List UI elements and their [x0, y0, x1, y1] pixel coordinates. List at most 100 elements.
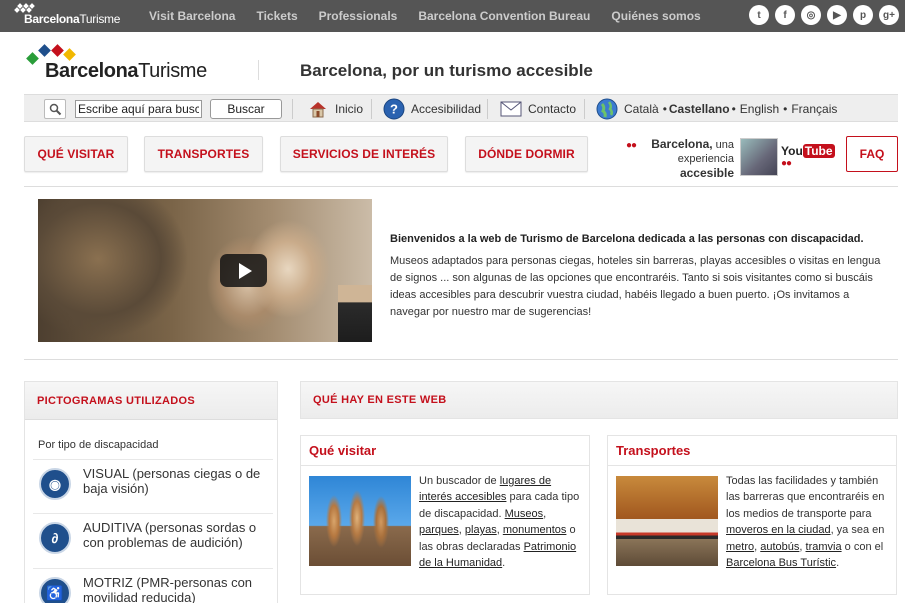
language-selector: Català • Castellano • English • Français — [594, 95, 839, 123]
home-icon — [307, 98, 329, 120]
intro-body: Museos adaptados para personas ciegas, h… — [390, 255, 881, 318]
logo-diamond-red-icon — [51, 44, 64, 57]
card-title[interactable]: Transportes — [608, 436, 896, 466]
card-title[interactable]: Qué visitar — [301, 436, 589, 466]
pictogramas-subtitle: Por tipo de discapacidad — [38, 439, 159, 451]
topnav-visit-barcelona[interactable]: Visit Barcelona — [149, 9, 235, 23]
logo-diamond-yellow-icon — [63, 48, 76, 61]
contacto-label: Contacto — [528, 102, 577, 116]
picto-item-motriz[interactable]: ♿ MOTRIZ (PMR-personas con movilidad red… — [33, 568, 273, 603]
eye-icon: ◉ — [39, 468, 71, 500]
text-segment: , — [543, 507, 547, 520]
divider — [292, 99, 293, 119]
logo-wordmark: BarcelonaTurisme — [45, 60, 207, 82]
mail-icon — [500, 98, 522, 120]
facebook-icon[interactable]: f — [775, 5, 795, 25]
ear-icon: ∂ — [39, 522, 71, 554]
divider — [487, 99, 488, 119]
social-links: t f ◎ ▶ p g+ — [749, 5, 899, 25]
text-link[interactable]: autobús — [760, 541, 799, 553]
text-link[interactable]: tramvia — [806, 541, 842, 553]
pinterest-icon[interactable]: p — [853, 5, 873, 25]
text-segment: , ya sea en — [830, 524, 885, 537]
sign-language-interpreter — [338, 285, 372, 342]
promo-photo — [740, 138, 778, 176]
card-transportes: Transportes Todas las facilidades y tamb… — [607, 435, 897, 595]
picto-item-auditiva[interactable]: ∂ AUDITIVA (personas sordas o con proble… — [33, 513, 273, 561]
utility-bar: Buscar Inicio ? Accesibilidad Contacto C… — [24, 94, 898, 122]
youtube-promo[interactable]: ●● Barcelona, una experiencia accesible … — [624, 136, 835, 180]
pictogramas-title: PICTOGRAMAS UTILIZADOS — [25, 382, 277, 420]
inicio-label: Inicio — [335, 102, 364, 116]
picto-label: MOTRIZ (PMR-personas con movilidad reduc… — [83, 575, 253, 603]
svg-text:?: ? — [390, 102, 398, 117]
contacto-link[interactable]: Contacto — [500, 95, 576, 123]
page-title: Barcelona, por un turismo accesible — [300, 61, 593, 80]
picto-label: VISUAL (personas ciegas o de baja visión… — [83, 466, 261, 496]
twitter-icon[interactable]: t — [749, 5, 769, 25]
red-dots-icon: ●● — [626, 140, 637, 151]
search-icon[interactable] — [44, 99, 66, 119]
nav-donde-dormir[interactable]: DÓNDE DORMIR — [465, 136, 588, 172]
text-link[interactable]: Barcelona Bus Turístic — [726, 557, 836, 569]
instagram-icon[interactable]: ◎ — [801, 5, 821, 25]
faq-button[interactable]: FAQ — [846, 136, 898, 172]
accesibilidad-link[interactable]: ? Accesibilidad — [383, 95, 481, 123]
divider — [371, 99, 372, 119]
topnav-convention-bureau[interactable]: Barcelona Convention Bureau — [418, 9, 590, 23]
card-thumbnail[interactable] — [616, 476, 718, 566]
card-text: Un buscador de lugares de interés accesi… — [419, 473, 583, 571]
que-hay-title: QUÉ HAY EN ESTE WEB — [300, 381, 898, 419]
intro-title: Bienvenidos a la web de Turismo de Barce… — [390, 233, 864, 245]
card-que-visitar: Qué visitar Un buscador de lugares de in… — [300, 435, 590, 595]
help-icon: ? — [383, 98, 405, 120]
nav-que-visitar[interactable]: QUÉ VISITAR — [24, 136, 128, 172]
logo-diamond-green-icon — [26, 52, 39, 65]
text-segment: . — [836, 557, 840, 570]
play-icon[interactable] — [220, 254, 267, 287]
text-link[interactable]: parques — [419, 524, 459, 536]
lang-english[interactable]: English — [740, 102, 779, 116]
text-segment: Un buscador de — [419, 475, 500, 487]
top-bar: BarcelonaTurisme Visit Barcelona Tickets… — [0, 0, 905, 32]
top-nav: Visit Barcelona Tickets Professionals Ba… — [149, 9, 722, 23]
site-logo[interactable]: BarcelonaTurisme — [26, 44, 226, 84]
text-link[interactable]: playas — [465, 524, 497, 536]
text-link[interactable]: moveros en la ciudad — [726, 524, 831, 536]
promo-text: Barcelona, una experiencia accesible — [651, 137, 734, 180]
topnav-quienes-somos[interactable]: Quiénes somos — [611, 9, 700, 23]
text-link[interactable]: Museos — [505, 508, 544, 520]
header-divider — [258, 60, 259, 80]
intro-video[interactable] — [38, 199, 372, 342]
nav-servicios-de-interes[interactable]: SERVICIOS DE INTERÉS — [280, 136, 448, 172]
divider — [24, 359, 898, 360]
googleplus-icon[interactable]: g+ — [879, 5, 899, 25]
divider — [24, 186, 898, 187]
search-button[interactable]: Buscar — [210, 99, 282, 119]
text-link[interactable]: monumentos — [503, 524, 567, 536]
inicio-link[interactable]: Inicio — [307, 95, 363, 123]
text-segment: . — [502, 557, 506, 570]
text-link[interactable]: metro — [726, 541, 754, 553]
youtube-icon[interactable]: ▶ — [827, 5, 847, 25]
accesibilidad-label: Accesibilidad — [411, 102, 482, 116]
topnav-tickets[interactable]: Tickets — [256, 9, 297, 23]
globe-icon — [596, 98, 618, 120]
text-segment: o con el — [841, 540, 884, 553]
nav-transportes[interactable]: TRANSPORTES — [144, 136, 263, 172]
topnav-professionals[interactable]: Professionals — [319, 9, 398, 23]
topbar-logo-text: BarcelonaTurisme — [24, 12, 121, 26]
pictogramas-panel: PICTOGRAMAS UTILIZADOS Por tipo de disca… — [24, 381, 278, 603]
card-thumbnail[interactable] — [309, 476, 411, 566]
lang-francais[interactable]: Français — [791, 102, 837, 116]
logo-diamond-blue-icon — [38, 44, 51, 57]
wheelchair-icon: ♿ — [39, 577, 71, 603]
que-hay-panel: QUÉ HAY EN ESTE WEB Qué visitar Un busca… — [300, 381, 898, 603]
card-text: Todas las facilidades y también las barr… — [726, 473, 890, 571]
lang-castellano[interactable]: Castellano — [669, 102, 730, 116]
lang-catala[interactable]: Català — [624, 102, 659, 116]
topbar-logo[interactable]: BarcelonaTurisme — [14, 3, 124, 28]
divider — [584, 99, 585, 119]
picto-item-visual[interactable]: ◉ VISUAL (personas ciegas o de baja visi… — [33, 459, 273, 507]
search-input[interactable] — [75, 100, 202, 118]
